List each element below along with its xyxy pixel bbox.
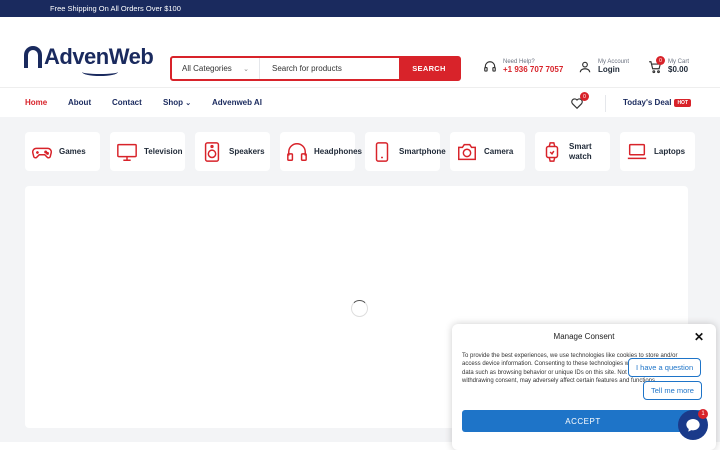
category-speakers[interactable]: Speakers — [195, 132, 270, 171]
consent-title: Manage Consent — [553, 332, 615, 341]
smartphone-icon — [375, 141, 389, 162]
category-smartphone[interactable]: Smartphone — [365, 132, 446, 171]
nav-about[interactable]: About — [68, 98, 91, 107]
nav-shop[interactable]: Shop ⌄ — [163, 98, 191, 107]
cart-count-badge: 0 — [656, 56, 665, 65]
chat-notification-badge: 1 — [698, 409, 708, 419]
cart-link[interactable]: 0 My Cart $0.00 — [648, 56, 689, 74]
smartwatch-icon — [545, 141, 559, 162]
nav-contact[interactable]: Contact — [112, 98, 142, 107]
close-icon[interactable]: ✕ — [694, 330, 704, 344]
category-camera[interactable]: Camera — [450, 132, 525, 171]
site-header: AdvenWeb All Categories ⌄ SEARCH Need He… — [0, 17, 720, 87]
wishlist-button[interactable]: 0 — [570, 92, 589, 115]
hot-badge: HOT — [674, 98, 691, 107]
nav-advenweb-ai[interactable]: Advenweb AI — [212, 98, 262, 107]
help-phone[interactable]: +1 936 707 7057 — [503, 65, 563, 74]
search-input[interactable] — [260, 58, 399, 79]
television-icon — [117, 143, 137, 161]
main-nav: Home About Contact Shop ⌄ Advenweb AI 0 … — [0, 87, 720, 117]
loading-spinner-icon — [351, 300, 368, 317]
laptop-icon — [627, 143, 647, 159]
chat-tell-more-button[interactable]: Tell me more — [643, 381, 702, 400]
chevron-down-icon: ⌄ — [243, 65, 249, 73]
speaker-icon — [204, 141, 220, 162]
chat-icon — [686, 419, 700, 432]
todays-deal-link[interactable]: Today's Deal HOT — [623, 98, 691, 107]
user-icon — [579, 61, 591, 72]
site-logo[interactable]: AdvenWeb — [24, 44, 154, 76]
accept-button[interactable]: ACCEPT — [462, 410, 704, 432]
nav-divider — [605, 95, 606, 112]
category-games[interactable]: Games — [25, 132, 100, 171]
camera-icon — [458, 143, 476, 160]
category-television[interactable]: Television — [110, 132, 185, 171]
headphones-icon — [287, 142, 307, 161]
wishlist-count-badge: 0 — [580, 92, 589, 101]
chevron-down-icon: ⌄ — [185, 100, 192, 107]
gamepad-icon — [32, 147, 52, 159]
search-button[interactable]: SEARCH — [399, 58, 459, 79]
top-promo-bar: Free Shipping On All Orders Over $100 — [0, 0, 720, 17]
help-contact[interactable]: Need Help? +1 936 707 7057 — [483, 59, 563, 74]
logo-text: AdvenWeb — [44, 44, 154, 76]
category-laptops[interactable]: Laptops — [620, 132, 695, 171]
category-smart-watch[interactable]: Smart watch — [535, 132, 610, 171]
logo-mark-icon — [24, 46, 42, 68]
search-bar: All Categories ⌄ SEARCH — [170, 56, 461, 81]
account-link[interactable]: My Account Login — [578, 59, 629, 74]
nav-home[interactable]: Home — [25, 98, 47, 107]
headset-icon — [484, 60, 496, 72]
promo-text: Free Shipping On All Orders Over $100 — [50, 4, 181, 13]
category-headphones[interactable]: Headphones — [280, 132, 362, 171]
category-select[interactable]: All Categories ⌄ — [172, 58, 260, 79]
chat-question-button[interactable]: I have a question — [628, 358, 702, 377]
